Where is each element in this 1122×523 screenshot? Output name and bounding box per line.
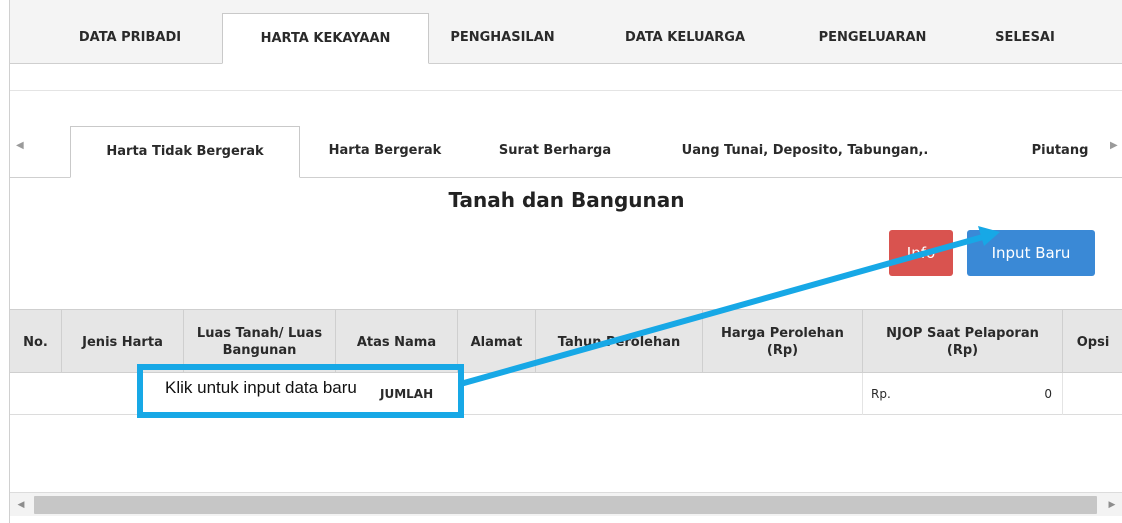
sub-tab-bar: ◀ Harta Tidak Bergerak Harta Bergerak Su… (10, 120, 1122, 178)
annotation-callout: Klik untuk input data baru (137, 364, 464, 418)
tab-pengeluaran[interactable]: PENGELUARAN (805, 13, 940, 64)
total-value: 0 (1044, 387, 1052, 401)
subtab-harta-tidak-bergerak[interactable]: Harta Tidak Bergerak (70, 126, 300, 178)
total-value-cell: Rp. 0 (863, 373, 1063, 415)
col-alamat: Alamat (458, 310, 536, 374)
section-title: Tanah dan Bangunan (448, 188, 685, 212)
scroll-right-icon[interactable]: ▶ (1101, 493, 1122, 517)
col-njop: NJOP Saat Pelaporan (Rp) (863, 310, 1063, 374)
annotation-text: Klik untuk input data baru (165, 378, 357, 397)
tab-penghasilan[interactable]: PENGHASILAN (440, 13, 565, 64)
wizard-frame: DATA PRIBADI HARTA KEKAYAAN PENGHASILAN … (9, 0, 1122, 523)
tab-data-pribadi[interactable]: DATA PRIBADI (55, 13, 205, 64)
tab-data-keluarga[interactable]: DATA KELUARGA (610, 13, 760, 64)
top-tab-bar: DATA PRIBADI HARTA KEKAYAAN PENGHASILAN … (10, 0, 1122, 64)
subtab-harta-bergerak[interactable]: Harta Bergerak (310, 126, 460, 178)
horizontal-scrollbar[interactable]: ◀ ▶ (10, 492, 1122, 516)
opsi-cell (1063, 373, 1122, 415)
tab-harta-kekayaan[interactable]: HARTA KEKAYAAN (222, 13, 429, 64)
info-button[interactable]: Info (889, 230, 953, 276)
scroll-left-icon[interactable]: ◀ (10, 493, 32, 517)
chevron-right-icon[interactable]: ▶ (1110, 140, 1118, 151)
col-no: No. (10, 310, 62, 374)
tab-selesai[interactable]: SELESAI (980, 13, 1070, 64)
subtab-piutang[interactable]: Piutang (1020, 126, 1100, 178)
currency-label: Rp. (871, 387, 891, 401)
chevron-left-icon[interactable]: ◀ (16, 140, 24, 151)
subtab-uang-tunai[interactable]: Uang Tunai, Deposito, Tabungan,. (655, 126, 955, 178)
col-tahun-perolehan: Tahun Perolehan (536, 310, 703, 374)
col-opsi: Opsi (1076, 334, 1110, 350)
input-baru-button[interactable]: Input Baru (967, 230, 1095, 276)
subtab-surat-berharga[interactable]: Surat Berharga (485, 126, 625, 178)
scroll-thumb[interactable] (34, 496, 1097, 514)
col-harga-perolehan: Harga Perolehan (Rp) (703, 310, 863, 374)
spacer-band (10, 64, 1122, 91)
